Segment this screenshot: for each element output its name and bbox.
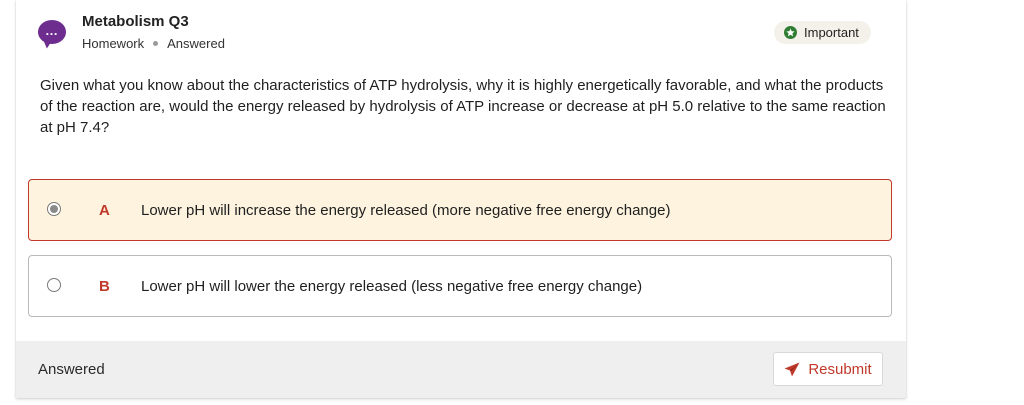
question-status: Answered	[167, 36, 225, 51]
question-meta: Homework Answered	[82, 36, 225, 51]
badge-label: Important	[804, 25, 859, 40]
resubmit-label: Resubmit	[808, 360, 872, 378]
star-icon	[784, 26, 797, 39]
question-card: … Metabolism Q3 Homework Answered Import…	[16, 0, 906, 398]
question-category: Homework	[82, 36, 145, 51]
chat-bubble-icon: …	[38, 20, 66, 44]
answer-footer: Answered Resubmit	[16, 341, 906, 398]
option-a[interactable]: A Lower pH will increase the energy rele…	[28, 179, 892, 241]
question-header: … Metabolism Q3 Homework Answered Import…	[16, 0, 906, 70]
important-badge[interactable]: Important	[774, 21, 871, 44]
option-text: Lower pH will lower the energy released …	[141, 277, 643, 295]
option-text: Lower pH will increase the energy releas…	[141, 201, 671, 219]
question-text: Given what you know about the characteri…	[40, 77, 886, 136]
option-letter: B	[99, 277, 110, 295]
send-icon	[784, 362, 800, 376]
question-title: Metabolism Q3	[82, 13, 189, 30]
radio-fill	[50, 205, 58, 213]
resubmit-button[interactable]: Resubmit	[773, 352, 883, 386]
option-letter: A	[99, 201, 110, 219]
radio-button-selected[interactable]	[47, 202, 61, 216]
separator-dot	[153, 41, 159, 46]
option-b[interactable]: B Lower pH will lower the energy release…	[28, 255, 892, 317]
avatar-dots: …	[45, 22, 59, 38]
radio-button[interactable]	[47, 278, 61, 292]
footer-status: Answered	[38, 361, 105, 378]
